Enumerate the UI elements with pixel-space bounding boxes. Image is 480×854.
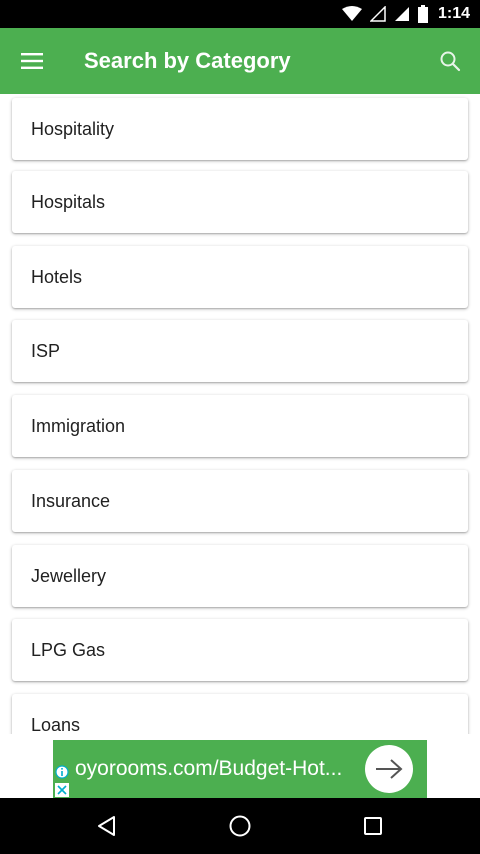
- ad-close-button[interactable]: [54, 782, 70, 798]
- category-item[interactable]: Hospitality: [12, 98, 468, 160]
- category-item[interactable]: Hotels: [12, 246, 468, 308]
- category-item[interactable]: ISP: [12, 320, 468, 382]
- back-icon: [97, 816, 115, 836]
- category-label: Immigration: [31, 415, 126, 436]
- category-item[interactable]: Jewellery: [12, 545, 468, 607]
- category-item[interactable]: Insurance: [12, 470, 468, 532]
- home-icon: [229, 815, 251, 837]
- search-icon: [440, 51, 461, 72]
- ad-banner[interactable]: oyorooms.com/Budget-Hot...: [53, 740, 427, 798]
- clock-time: 1:14: [437, 5, 470, 22]
- category-label: Jewellery: [31, 565, 107, 586]
- category-label: Hospitality: [31, 118, 115, 139]
- ad-text: oyorooms.com/Budget-Hot...: [75, 757, 343, 780]
- navigation-bar: [0, 798, 480, 854]
- recents-button[interactable]: [343, 798, 403, 854]
- ad-info-button[interactable]: [54, 764, 70, 780]
- signal-empty-icon: [369, 6, 386, 22]
- app-bar: Search by Category: [0, 28, 480, 94]
- category-label: Hospitals: [31, 191, 106, 212]
- category-item[interactable]: Immigration: [12, 395, 468, 457]
- category-item[interactable]: Hospitals: [12, 171, 468, 233]
- category-item[interactable]: Loans: [12, 694, 468, 734]
- close-icon: [55, 783, 69, 797]
- category-item[interactable]: LPG Gas: [12, 619, 468, 681]
- search-button[interactable]: [420, 28, 480, 94]
- info-icon: [55, 765, 69, 779]
- category-label: ISP: [31, 340, 61, 361]
- ad-area: oyorooms.com/Budget-Hot...: [0, 734, 480, 798]
- category-list[interactable]: Hospitality Hospitals Hotels ISP Immigra…: [0, 94, 480, 734]
- status-bar: 1:14: [0, 0, 480, 28]
- recents-icon: [364, 817, 383, 835]
- ad-open-button[interactable]: [365, 745, 413, 793]
- arrow-right-icon: [376, 759, 403, 779]
- signal-icon: [394, 7, 409, 21]
- category-label: Insurance: [31, 490, 111, 511]
- back-button[interactable]: [77, 798, 137, 854]
- category-label: LPG Gas: [31, 639, 106, 660]
- category-label: Hotels: [31, 266, 83, 287]
- home-button[interactable]: [210, 798, 270, 854]
- battery-icon: [417, 5, 428, 23]
- menu-button[interactable]: [0, 28, 66, 94]
- page-title: Search by Category: [84, 48, 291, 73]
- hamburger-menu-icon: [21, 53, 43, 69]
- wifi-icon: [341, 6, 362, 21]
- category-label: Loans: [31, 714, 81, 735]
